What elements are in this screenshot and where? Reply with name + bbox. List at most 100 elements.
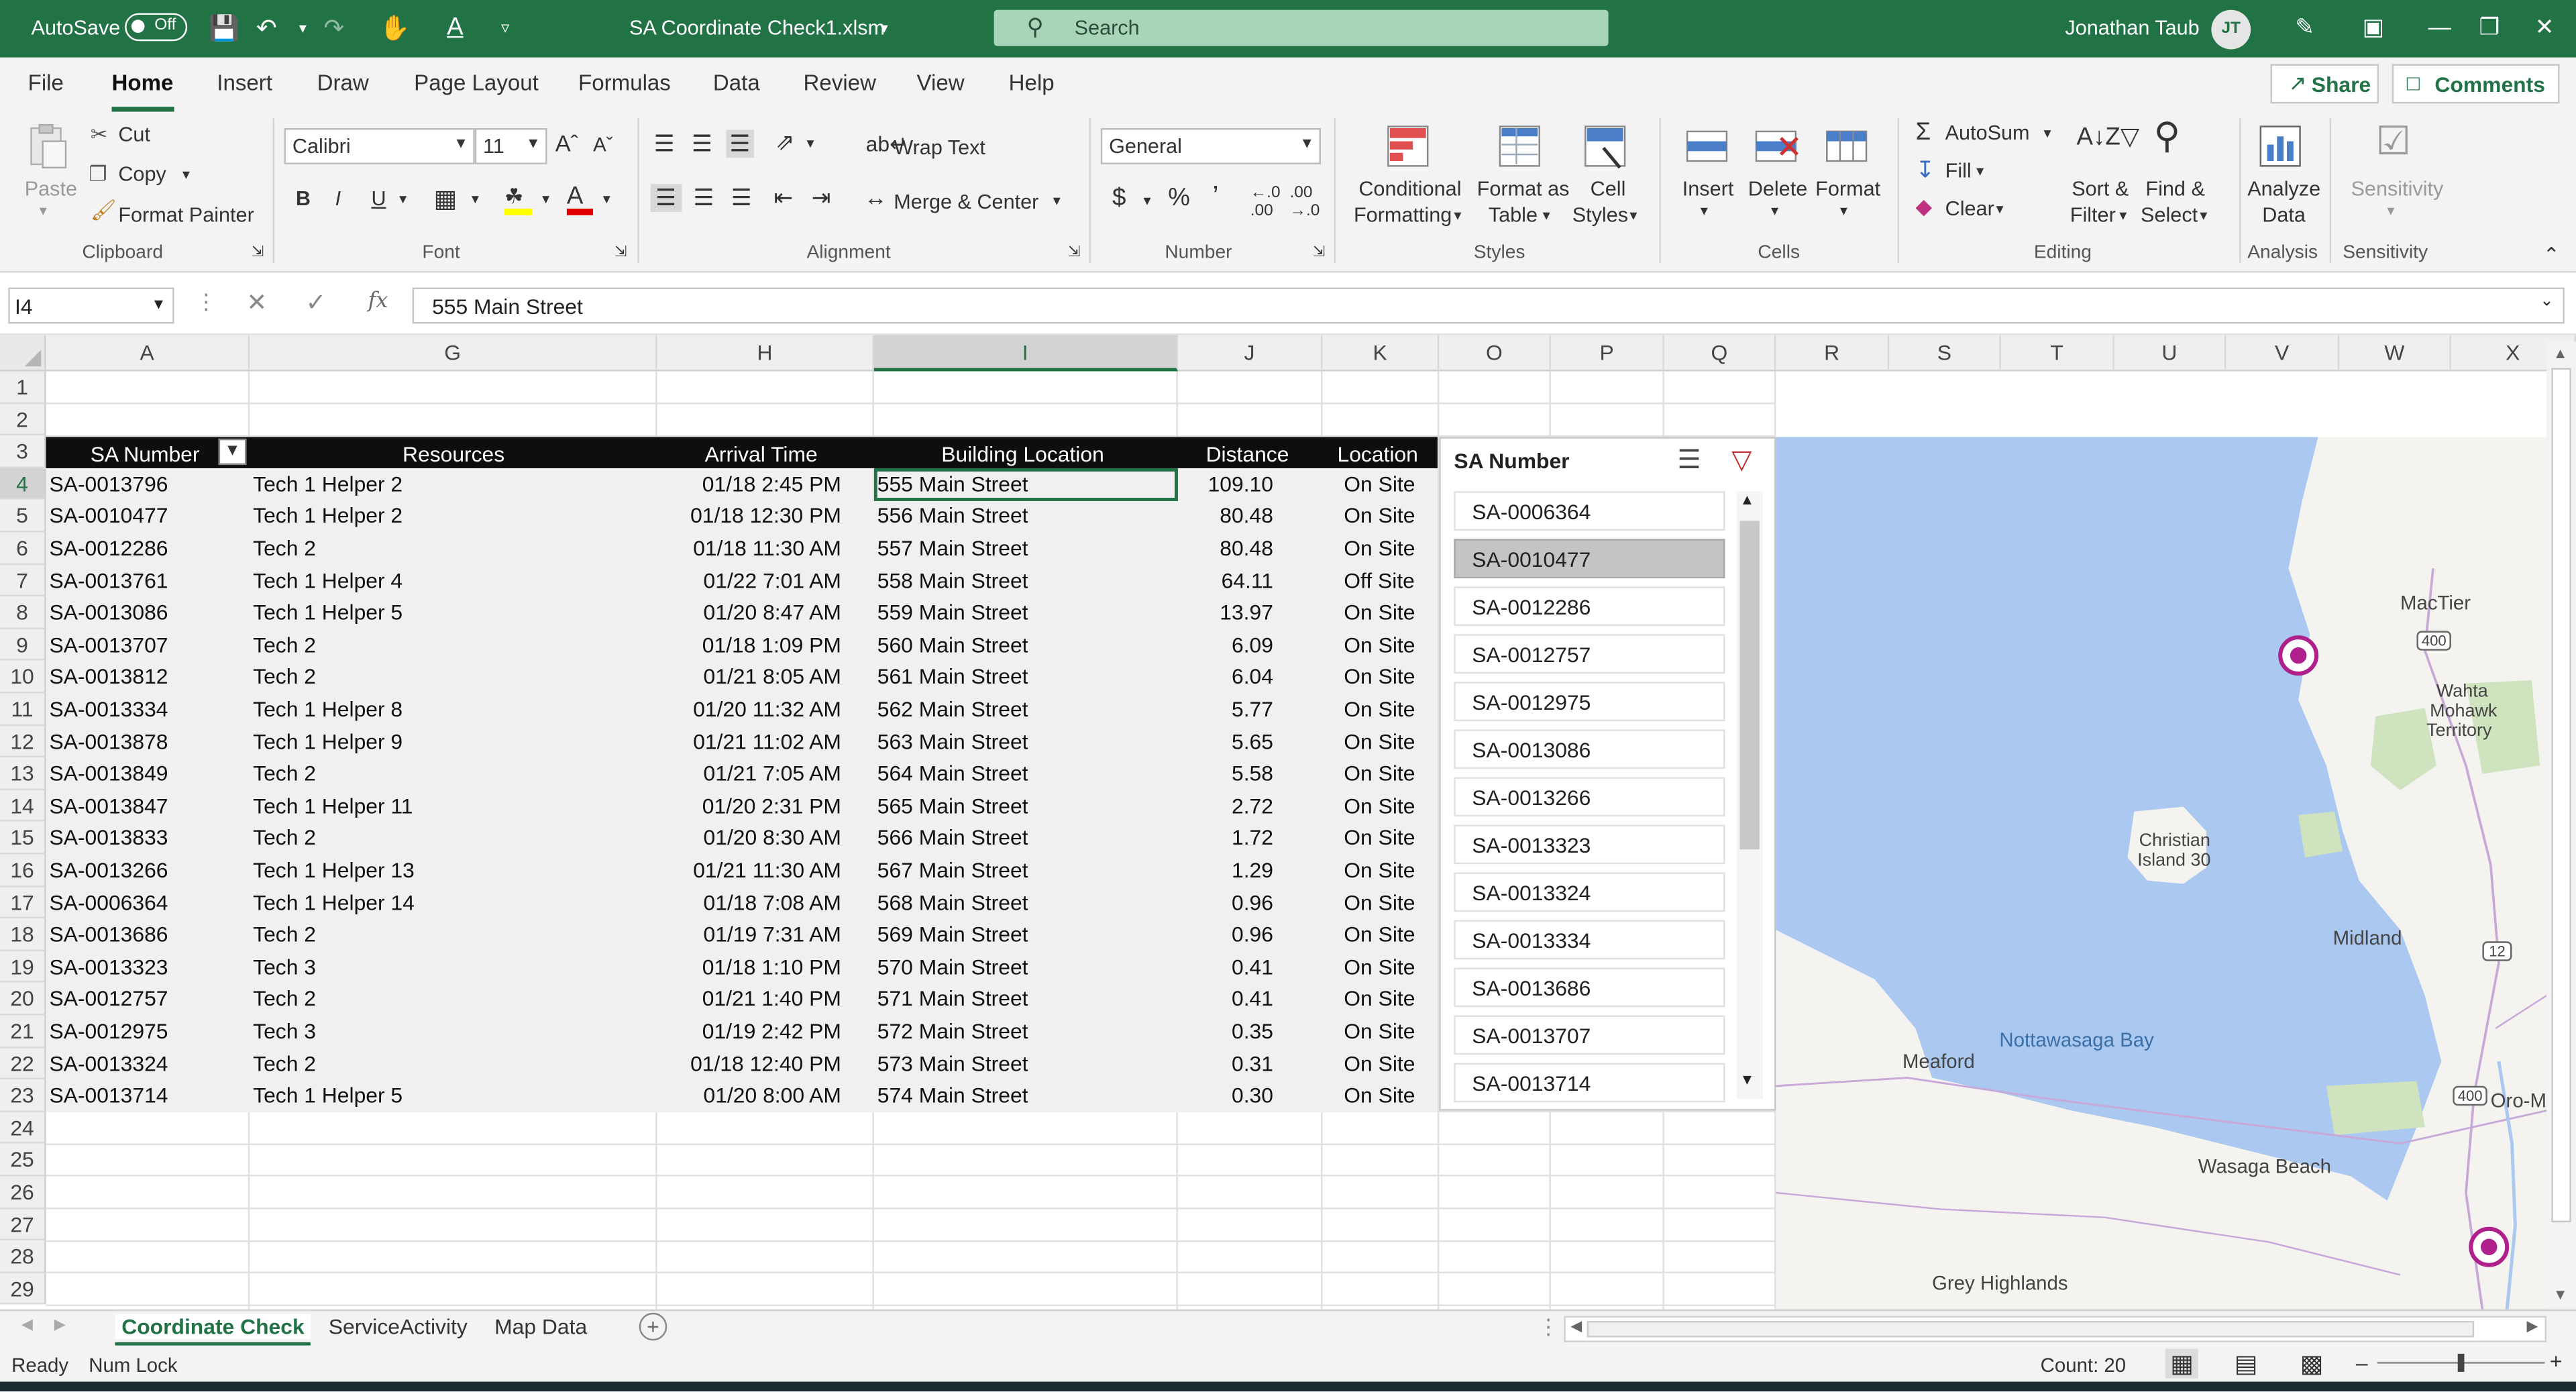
prev-sheet-icon[interactable]: ◀	[21, 1316, 33, 1334]
table-cell[interactable]: 01/21 11:02 AM	[657, 729, 841, 753]
table-cell[interactable]: 1.72	[1178, 825, 1273, 850]
table-cell[interactable]: 6.04	[1178, 664, 1273, 689]
slicer-item[interactable]: SA-0013686	[1454, 967, 1725, 1008]
table-cell[interactable]: SA-0013833	[49, 825, 168, 850]
status-count[interactable]: Count: 20	[2041, 1354, 2126, 1377]
slicer-item[interactable]: SA-0012286	[1454, 586, 1725, 627]
zoom-out-icon[interactable]: –	[2356, 1350, 2368, 1375]
table-cell[interactable]: 559 Main Street	[877, 600, 1028, 625]
paste-dropdown-icon[interactable]: ▾	[40, 202, 47, 220]
table-cell[interactable]: Tech 1 Helper 5	[253, 1083, 402, 1108]
format-dropdown-icon[interactable]: ▾	[1840, 202, 1847, 220]
table-cell[interactable]: 571 Main Street	[877, 986, 1028, 1011]
column-header-g[interactable]: G	[250, 335, 657, 372]
table-cell[interactable]: On Site	[1344, 986, 1415, 1011]
increase-decimal-icon[interactable]: ←.0.00	[1250, 184, 1281, 220]
table-cell[interactable]: 80.48	[1178, 503, 1273, 528]
cell-styles-label-1[interactable]: Cell	[1591, 177, 1626, 200]
table-cell[interactable]: 570 Main Street	[877, 954, 1028, 979]
table-cell[interactable]: 567 Main Street	[877, 857, 1028, 882]
table-cell[interactable]: SA-0013878	[49, 729, 168, 753]
clear-dropdown-icon[interactable]: ▾	[1996, 201, 2004, 219]
slicer-item[interactable]: SA-0006364	[1454, 491, 1725, 531]
bottom-align-icon[interactable]: ☰	[726, 129, 754, 158]
table-cell[interactable]: On Site	[1344, 890, 1415, 914]
fill-label[interactable]: Fill	[1945, 160, 1972, 182]
column-header-h[interactable]: H	[657, 335, 874, 372]
sheet-tab-service-activity[interactable]: ServiceActivity	[329, 1314, 468, 1339]
sort-filter-label-1[interactable]: Sort &	[2072, 177, 2129, 200]
format-as-table-icon[interactable]	[1495, 121, 1544, 170]
font-launcher-icon[interactable]: ⇲	[614, 243, 627, 261]
row-header-11[interactable]: 11	[0, 693, 46, 726]
tab-data[interactable]: Data	[713, 70, 760, 95]
table-cell[interactable]: Tech 2	[253, 1051, 316, 1075]
table-cell[interactable]: 01/18 2:45 PM	[657, 471, 841, 496]
column-header-r[interactable]: R	[1776, 335, 1890, 372]
table-cell[interactable]: 569 Main Street	[877, 922, 1028, 947]
enter-icon[interactable]: ✓	[306, 288, 327, 317]
align-left-icon[interactable]: ☰	[650, 184, 682, 212]
fill-color-icon[interactable]: ☘	[504, 184, 534, 215]
slicer-scroll-up-icon[interactable]: ▲	[1739, 491, 1754, 507]
next-sheet-icon[interactable]: ▶	[54, 1316, 66, 1334]
table-cell[interactable]: 01/21 11:30 AM	[657, 857, 841, 882]
analyze-data-label-1[interactable]: Analyze	[2247, 177, 2320, 200]
cell-styles-label-2[interactable]: Styles	[1572, 204, 1628, 227]
orientation-dropdown-icon[interactable]: ▾	[806, 135, 814, 153]
table-cell[interactable]: SA-0013707	[49, 632, 168, 657]
table-cell[interactable]: 01/18 12:30 PM	[657, 503, 841, 528]
top-align-icon[interactable]: ☰	[654, 129, 675, 158]
clipboard-launcher-icon[interactable]: ⇲	[252, 243, 264, 261]
align-right-icon[interactable]: ☰	[731, 184, 752, 212]
table-cell[interactable]: Tech 2	[253, 825, 316, 850]
table-cell[interactable]: 5.58	[1178, 761, 1273, 786]
column-header-o[interactable]: O	[1439, 335, 1551, 372]
table-cell[interactable]: SA-0013796	[49, 471, 168, 496]
column-header-q[interactable]: Q	[1664, 335, 1776, 372]
close-icon[interactable]: ✕	[2535, 13, 2555, 42]
table-cell[interactable]: 01/22 7:01 AM	[657, 568, 841, 592]
format-table-dropdown-icon[interactable]: ▾	[1543, 207, 1550, 225]
decrease-decimal-icon[interactable]: .00 →.0	[1289, 184, 1320, 220]
table-cell[interactable]: On Site	[1344, 793, 1415, 818]
merge-center-icon[interactable]: ↔	[864, 184, 887, 210]
tab-draw[interactable]: Draw	[317, 70, 369, 95]
table-cell[interactable]: SA-0012286	[49, 535, 168, 560]
alignment-launcher-icon[interactable]: ⇲	[1068, 243, 1080, 261]
column-header-p[interactable]: P	[1550, 335, 1664, 372]
pen-icon[interactable]: ✎	[2295, 13, 2314, 42]
table-cell[interactable]: On Site	[1344, 954, 1415, 979]
row-header-16[interactable]: 16	[0, 854, 46, 887]
table-cell[interactable]: On Site	[1344, 535, 1415, 560]
col-header-resources[interactable]: Resources	[402, 442, 504, 467]
table-cell[interactable]: 01/18 1:10 PM	[657, 954, 841, 979]
insert-cells-label[interactable]: Insert	[1682, 177, 1734, 200]
merge-center-label[interactable]: Merge & Center	[894, 191, 1038, 213]
hscroll-left-icon[interactable]: ◀	[1570, 1318, 1582, 1336]
search-box[interactable]: ⚲ Search	[994, 9, 1609, 46]
table-cell[interactable]: Tech 1 Helper 2	[253, 503, 402, 528]
sheet-tab-map-data[interactable]: Map Data	[494, 1314, 587, 1339]
cell-styles-icon[interactable]	[1580, 121, 1629, 170]
table-cell[interactable]: Tech 3	[253, 1018, 316, 1043]
sensitivity-dropdown-icon[interactable]: ▾	[2387, 202, 2394, 220]
table-cell[interactable]: 5.65	[1178, 729, 1273, 753]
middle-align-icon[interactable]: ☰	[692, 129, 712, 158]
table-cell[interactable]: 01/20 8:47 AM	[657, 600, 841, 625]
table-cell[interactable]: On Site	[1344, 729, 1415, 753]
paste-label[interactable]: Paste	[25, 177, 77, 200]
row-header-5[interactable]: 5	[0, 500, 46, 533]
redo-icon[interactable]: ↷	[323, 13, 344, 43]
slicer-item[interactable]: SA-0013266	[1454, 777, 1725, 817]
copy-label[interactable]: Copy	[118, 162, 166, 185]
hscroll-right-icon[interactable]: ▶	[2527, 1318, 2538, 1336]
slicer-item[interactable]: SA-0013324	[1454, 872, 1725, 912]
page-layout-view-icon[interactable]: ▤	[2235, 1349, 2258, 1379]
column-header-t[interactable]: T	[2000, 335, 2114, 372]
table-cell[interactable]: 566 Main Street	[877, 825, 1028, 850]
autosum-dropdown-icon[interactable]: ▾	[2044, 125, 2051, 143]
comments-button[interactable]: □ Comments	[2392, 64, 2560, 104]
col-header-location[interactable]: Location	[1337, 442, 1417, 467]
ribbon-display-icon[interactable]: ▣	[2363, 13, 2384, 42]
